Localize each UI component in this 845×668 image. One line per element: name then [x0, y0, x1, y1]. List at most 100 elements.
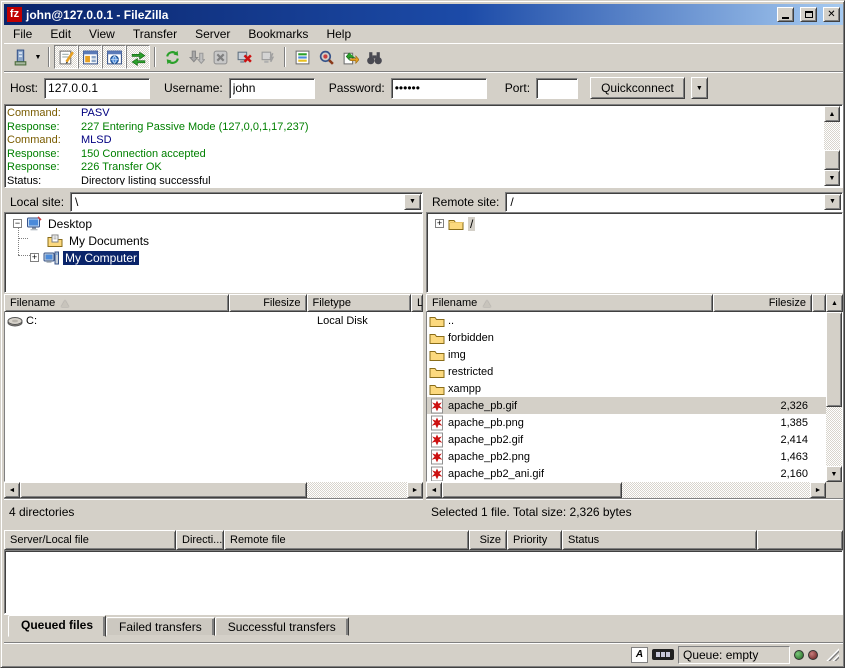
scroll-down-button[interactable]: ▼	[826, 466, 842, 482]
queue-column-remote-file[interactable]: Remote file	[224, 530, 469, 550]
remote-site-value: /	[506, 195, 824, 209]
remote-file-row[interactable]: xampp	[427, 380, 842, 397]
menu-server[interactable]: Server	[186, 26, 239, 42]
local-column-last-modified[interactable]: L	[411, 294, 423, 312]
remote-column-filesize[interactable]: Filesize	[713, 294, 812, 312]
queue-column-server-local-file[interactable]: Server/Local file	[4, 530, 176, 550]
port-input[interactable]	[536, 78, 578, 99]
toggle-message-log-button[interactable]	[54, 45, 78, 69]
remote-file-row-selected[interactable]: apache_pb.gif2,326	[427, 397, 842, 414]
cancel-operation-button[interactable]	[208, 45, 232, 69]
disconnect-button[interactable]	[232, 45, 256, 69]
tree-item-my-computer[interactable]: + My Computer	[5, 249, 422, 266]
disconnect-icon	[236, 49, 253, 66]
activity-led-red	[808, 650, 818, 660]
expand-icon[interactable]: +	[435, 219, 444, 228]
scroll-down-button[interactable]: ▼	[824, 170, 840, 186]
site-manager-button[interactable]	[8, 45, 32, 69]
find-files-button[interactable]	[362, 45, 386, 69]
quickconnect-dropdown[interactable]: ▼	[691, 77, 708, 99]
toolbar-separator	[284, 47, 286, 67]
remote-file-row[interactable]: forbidden	[427, 329, 842, 346]
process-queue-button[interactable]	[184, 45, 208, 69]
scroll-left-button[interactable]: ◄	[4, 482, 20, 498]
toggle-transfer-queue-button[interactable]	[126, 45, 150, 69]
filter-button[interactable]	[290, 45, 314, 69]
remote-file-row[interactable]: apache_pb2.gif2,414	[427, 431, 842, 448]
scroll-up-button[interactable]: ▲	[826, 294, 843, 312]
remote-file-row[interactable]: apache_pb2.png1,463	[427, 448, 842, 465]
queue-body[interactable]	[4, 550, 843, 614]
local-column-filetype[interactable]: Filetype	[307, 294, 412, 312]
scroll-up-button[interactable]: ▲	[824, 106, 840, 122]
remote-file-row[interactable]: ..	[427, 312, 842, 329]
local-site-dropdown[interactable]: ▼	[404, 194, 421, 210]
menu-transfer[interactable]: Transfer	[124, 26, 186, 42]
menu-file[interactable]: File	[4, 26, 41, 42]
local-site-combo[interactable]: \ ▼	[70, 192, 423, 212]
remote-horizontal-scrollbar[interactable]: ◄ ►	[426, 482, 826, 498]
directory-comparison-button[interactable]	[314, 45, 338, 69]
log-line: Response:226 Transfer OK	[7, 161, 823, 175]
toolbar: ▼	[4, 43, 843, 70]
scrollbar-thumb[interactable]	[20, 482, 307, 498]
queue-column-priority[interactable]: Priority	[507, 530, 562, 550]
refresh-button[interactable]	[160, 45, 184, 69]
scroll-right-button[interactable]: ►	[407, 482, 423, 498]
minimize-button[interactable]	[777, 7, 794, 22]
compare-icon	[318, 49, 335, 66]
queue-column-status[interactable]: Status	[562, 530, 757, 550]
collapse-icon[interactable]: −	[13, 219, 22, 228]
resize-grip-icon[interactable]	[826, 648, 839, 661]
maximize-button[interactable]	[800, 7, 817, 22]
remote-site-dropdown[interactable]: ▼	[824, 194, 841, 210]
toggle-remote-tree-button[interactable]	[102, 45, 126, 69]
menu-view[interactable]: View	[80, 26, 124, 42]
close-button[interactable]: ✕	[823, 7, 840, 22]
local-horizontal-scrollbar[interactable]: ◄ ►	[4, 482, 423, 498]
chevron-down-icon: ▼	[829, 198, 836, 205]
remote-site-combo[interactable]: / ▼	[505, 192, 843, 212]
local-column-filename[interactable]: Filename	[4, 294, 229, 312]
local-file-row[interactable]: C: Local Disk	[5, 312, 422, 329]
local-column-filesize[interactable]: Filesize	[229, 294, 307, 312]
minimize-icon	[782, 17, 789, 19]
password-label: Password:	[329, 81, 385, 95]
scroll-left-button[interactable]: ◄	[426, 482, 442, 498]
queue-column-size[interactable]: Size	[469, 530, 507, 550]
queue-column-direction[interactable]: Directi...	[176, 530, 224, 550]
toggle-local-tree-button[interactable]	[78, 45, 102, 69]
remote-column-filename[interactable]: Filename	[426, 294, 713, 312]
password-input[interactable]	[391, 78, 487, 99]
site-manager-dropdown[interactable]: ▼	[32, 46, 44, 68]
quickconnect-button[interactable]: Quickconnect	[590, 77, 685, 99]
expand-icon[interactable]: +	[30, 253, 39, 262]
log-scrollbar[interactable]: ▲ ▼	[824, 106, 841, 186]
scrollbar-thumb[interactable]	[826, 312, 842, 407]
remote-vertical-scrollbar[interactable]: ▼	[826, 312, 843, 482]
username-input[interactable]	[229, 78, 315, 99]
remote-tree: + /	[426, 212, 843, 293]
menu-edit[interactable]: Edit	[41, 26, 80, 42]
menu-help[interactable]: Help	[317, 26, 360, 42]
local-site-value: \	[71, 195, 404, 209]
synchronized-browsing-button[interactable]	[338, 45, 362, 69]
remote-file-row[interactable]: apache_pb.png1,385	[427, 414, 842, 431]
tree-item-root[interactable]: + /	[427, 215, 842, 232]
scroll-right-button[interactable]: ►	[810, 482, 826, 498]
scrollbar-thumb[interactable]	[824, 150, 840, 170]
remote-file-row[interactable]: apache_pb2_ani.gif2,160	[427, 465, 842, 482]
tree-item-desktop[interactable]: − Desktop	[5, 215, 422, 232]
host-input[interactable]	[44, 78, 150, 99]
scrollbar-thumb[interactable]	[442, 482, 622, 498]
chevron-down-icon: ▼	[696, 85, 703, 92]
tab-queued-files[interactable]: Queued files	[8, 615, 106, 637]
tab-successful-transfers[interactable]: Successful transfers	[215, 617, 349, 636]
tree-item-my-documents[interactable]: My Documents	[5, 232, 422, 249]
remote-file-row[interactable]: img	[427, 346, 842, 363]
site-manager-icon	[12, 49, 29, 66]
tab-failed-transfers[interactable]: Failed transfers	[106, 617, 215, 636]
reconnect-button[interactable]	[256, 45, 280, 69]
menu-bookmarks[interactable]: Bookmarks	[239, 26, 317, 42]
remote-file-row[interactable]: restricted	[427, 363, 842, 380]
